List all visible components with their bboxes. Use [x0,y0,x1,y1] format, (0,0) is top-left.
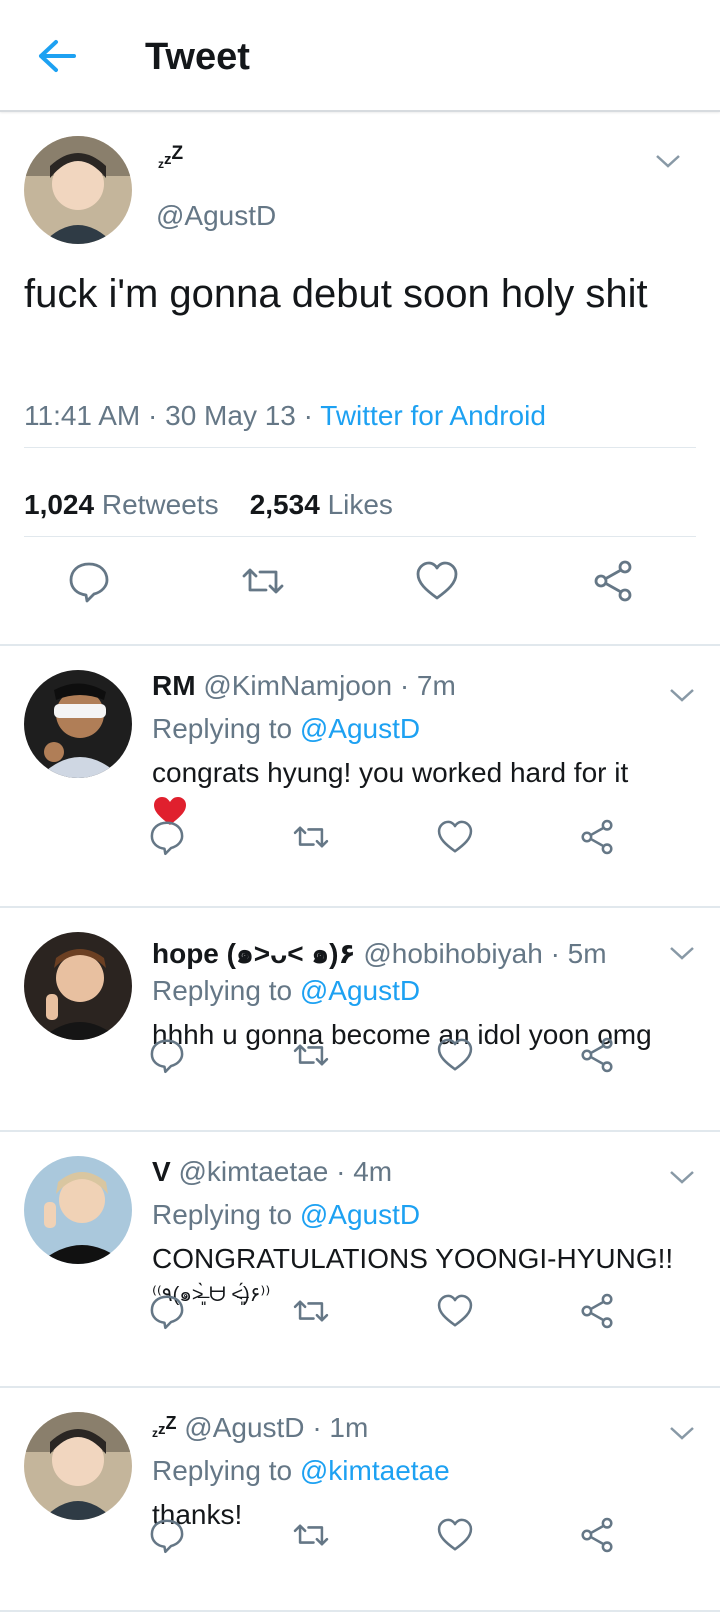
reply-text: congrats hyung! you worked hard for it [152,757,629,788]
divider [24,447,696,448]
reply-tweet[interactable]: RM @KimNamjoon · 7m Replying to @AgustD … [0,648,720,908]
replying-to: Replying to @kimtaetae [152,1455,450,1487]
replying-mention[interactable]: @kimtaetae [300,1455,450,1486]
share-icon[interactable] [576,1290,626,1340]
chevron-down-icon[interactable] [668,944,696,962]
like-icon[interactable] [434,1034,484,1084]
meta-separator: · [148,400,166,431]
reply-action-bar [0,1290,720,1350]
reply-header: zzZ @AgustD · 1m [152,1412,368,1444]
reply-time: 7m [416,670,456,701]
avatar[interactable] [24,670,132,778]
share-icon[interactable] [576,1514,626,1564]
avatar[interactable] [24,136,132,244]
tweet-stats: 1,024 Retweets 2,534 Likes [24,489,393,521]
page-title: Tweet [145,36,250,78]
meta-separator: · [399,670,410,701]
meta-separator: · [550,938,560,969]
retweet-icon[interactable] [290,1034,340,1084]
replying-mention[interactable]: @AgustD [300,975,420,1006]
meta-separator: · [303,400,321,431]
chevron-down-icon[interactable] [668,1168,696,1186]
retweets-stat[interactable]: 1,024 Retweets [24,489,219,520]
like-icon[interactable] [412,556,462,606]
reply-handle[interactable]: @hobihobiyah [363,938,542,969]
reply-icon[interactable] [146,1290,196,1340]
tweet-meta: 11:41 AM · 30 May 13 · Twitter for Andro… [24,400,546,432]
likes-label: Likes [327,489,393,520]
retweet-icon[interactable] [238,556,288,606]
reply-icon[interactable] [146,1034,196,1084]
avatar[interactable] [24,1412,132,1520]
retweets-count: 1,024 [24,489,95,520]
tweet-date: 30 May 13 [165,400,296,431]
reply-time: 1m [329,1412,369,1443]
reply-time: 4m [353,1156,393,1187]
reply-tweet[interactable]: hope (๑>ᴗ< ๑)۶ @hobihobiyah · 5m Replyin… [0,910,720,1132]
tweet-source-link[interactable]: Twitter for Android [320,400,546,431]
avatar[interactable] [24,932,132,1040]
reply-display-name[interactable]: zzZ [152,1412,177,1443]
replying-label: Replying to [152,713,293,744]
replying-mention[interactable]: @AgustD [300,713,420,744]
reply-action-bar [0,1514,720,1574]
replying-mention[interactable]: @AgustD [300,1199,420,1230]
avatar[interactable] [24,1156,132,1264]
replying-to: Replying to @AgustD [152,713,420,745]
share-icon[interactable] [588,556,638,606]
reply-icon[interactable] [146,816,196,866]
retweets-label: Retweets [101,489,219,520]
replying-label: Replying to [152,975,293,1006]
chevron-down-icon[interactable] [668,686,696,704]
meta-separator: · [336,1156,346,1187]
like-icon[interactable] [434,816,484,866]
reply-tweet[interactable]: V @kimtaetae · 4m Replying to @AgustD CO… [0,1134,720,1388]
reply-display-name[interactable]: V [152,1156,171,1187]
replying-label: Replying to [152,1455,293,1486]
reply-header: V @kimtaetae · 4m [152,1156,392,1188]
like-icon[interactable] [434,1290,484,1340]
likes-count: 2,534 [249,489,320,520]
reply-handle[interactable]: @AgustD [184,1412,304,1443]
reply-action-bar [0,816,720,876]
display-name: zzZ [158,143,184,171]
chevron-down-icon[interactable] [654,152,682,170]
reply-header: hope (๑>ᴗ< ๑)۶ @hobihobiyah · 5m [152,932,607,976]
reply-handle[interactable]: @KimNamjoon [203,670,392,701]
replying-to: Replying to @AgustD [152,975,420,1007]
replying-to: Replying to @AgustD [152,1199,420,1231]
reply-tweet[interactable]: zzZ @AgustD · 1m Replying to @kimtaetae … [0,1390,720,1612]
main-tweet: zzZ @AgustD fuck i'm gonna debut soon ho… [0,114,720,646]
tweet-time: 11:41 AM [24,400,141,431]
retweet-icon[interactable] [290,1514,340,1564]
reply-time: 5m [567,938,607,969]
share-icon[interactable] [576,1034,626,1084]
main-action-bar [0,556,720,616]
like-icon[interactable] [434,1514,484,1564]
divider [24,536,696,537]
tweet-text: fuck i'm gonna debut soon holy shit [24,272,648,316]
retweet-icon[interactable] [290,816,340,866]
app-header: Tweet [0,0,720,112]
reply-header: RM @KimNamjoon · 7m [152,670,456,702]
reply-text: CONGRATULATIONS YOONGI-HYUNG!! [152,1243,674,1274]
share-icon[interactable] [576,816,626,866]
reply-display-name[interactable]: RM [152,670,196,701]
retweet-icon[interactable] [290,1290,340,1340]
replying-label: Replying to [152,1199,293,1230]
reply-handle[interactable]: @kimtaetae [178,1156,328,1187]
reply-icon[interactable] [64,556,114,606]
reply-action-bar [0,1034,720,1094]
reply-display-name[interactable]: hope (๑>ᴗ< ๑)۶ [152,938,356,969]
meta-separator: · [312,1412,322,1443]
user-handle[interactable]: @AgustD [156,200,276,232]
reply-icon[interactable] [146,1514,196,1564]
chevron-down-icon[interactable] [668,1424,696,1442]
likes-stat[interactable]: 2,534 Likes [250,489,393,520]
back-arrow-icon[interactable] [30,36,82,76]
